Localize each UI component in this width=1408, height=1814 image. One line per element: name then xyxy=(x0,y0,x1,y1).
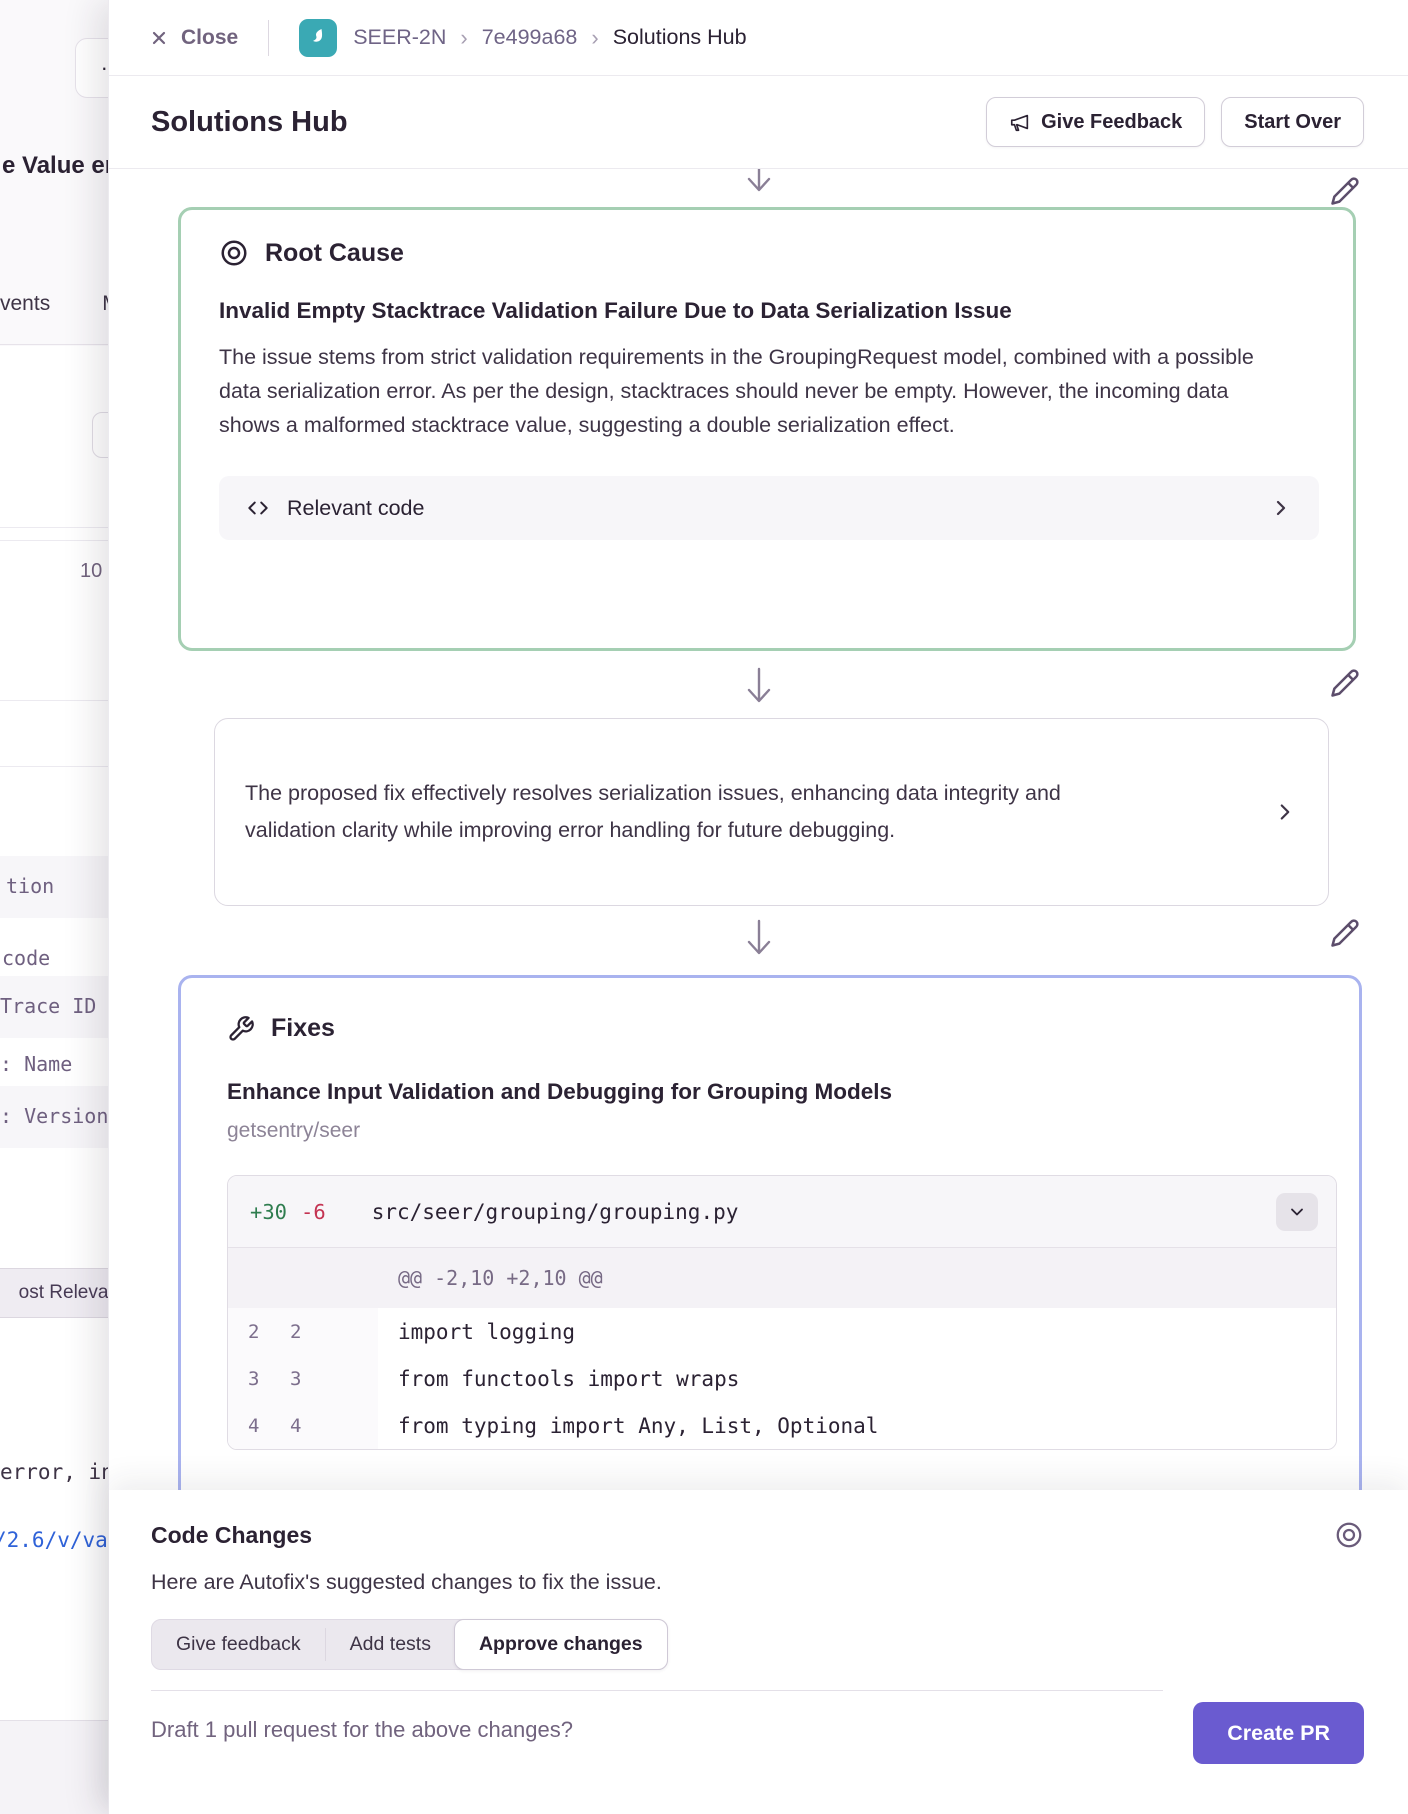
approve-changes-tab[interactable]: Approve changes xyxy=(454,1619,668,1670)
kv-label-tion: tion xyxy=(6,874,54,898)
breadcrumb-issue[interactable]: 7e499a68 xyxy=(482,25,578,50)
count-label: 10 xyxy=(80,560,102,583)
divider xyxy=(0,344,120,345)
diff-hunk-header: @@ -2,10 +2,10 @@ xyxy=(228,1248,1336,1308)
diff-deletions: -6 xyxy=(301,1200,326,1224)
diff-line: 44 from typing import Any, List, Optiona… xyxy=(228,1402,1336,1449)
diff-line-numbers: 33 xyxy=(228,1355,378,1402)
chevron-right-icon xyxy=(1269,496,1293,520)
seer-glyph-icon xyxy=(306,26,330,50)
close-button[interactable]: Close xyxy=(149,26,238,50)
breadcrumb-project[interactable]: SEER-2N xyxy=(353,25,446,50)
chevron-down-icon xyxy=(1287,1202,1307,1222)
pencil-icon xyxy=(1330,918,1360,948)
diff-line-numbers: 22 xyxy=(228,1308,378,1355)
chevron-right-icon xyxy=(1272,799,1298,825)
breadcrumb: SEER-2N › 7e499a68 › Solutions Hub xyxy=(353,25,746,51)
target-icon xyxy=(219,238,249,268)
fixes-card: Fixes Enhance Input Validation and Debug… xyxy=(178,975,1362,1490)
assessment-card[interactable]: The proposed fix effectively resolves se… xyxy=(214,718,1329,906)
flow-arrow-down-icon xyxy=(737,169,781,198)
code-changes-title: Code Changes xyxy=(151,1522,312,1549)
fixes-heading-label: Fixes xyxy=(271,1014,335,1043)
relevant-code-label: Relevant code xyxy=(287,496,424,521)
page-title: Solutions Hub xyxy=(151,106,970,139)
seer-logo-icon xyxy=(299,19,337,57)
divider xyxy=(268,20,269,56)
docs-link-clipped[interactable]: /2.6/v/va xyxy=(0,1528,108,1552)
root-cause-title: Invalid Empty Stacktrace Validation Fail… xyxy=(219,298,1319,324)
divider xyxy=(0,700,120,701)
stacktrace-text-clipped: error, in xyxy=(0,1460,114,1484)
diff-line-numbers: 44 xyxy=(228,1402,378,1449)
diff-line-code: from typing import Any, List, Optional xyxy=(378,1402,878,1449)
action-segmented-control: Give feedback Add tests Approve changes xyxy=(151,1619,668,1670)
diff-line-code: from functools import wraps xyxy=(378,1355,739,1402)
divider xyxy=(0,540,120,541)
diff-additions: +30 xyxy=(250,1200,287,1224)
drawer-scroll-area[interactable]: Root Cause Invalid Empty Stacktrace Vali… xyxy=(109,169,1408,1490)
close-icon xyxy=(149,28,169,48)
solutions-hub-drawer: Close SEER-2N › 7e499a68 › Solutions Hub… xyxy=(108,0,1408,1814)
divider xyxy=(0,527,120,528)
kv-label-code: code xyxy=(2,946,50,970)
root-cause-body: The issue stems from strict validation r… xyxy=(219,340,1284,442)
chevron-right-icon: › xyxy=(460,25,467,51)
root-cause-heading-label: Root Cause xyxy=(265,239,404,268)
background-footer xyxy=(0,1720,120,1814)
edit-root-cause-button[interactable] xyxy=(1327,173,1363,209)
pencil-icon xyxy=(1330,668,1360,698)
diff-collapse-button[interactable] xyxy=(1276,1193,1318,1231)
breadcrumb-page: Solutions Hub xyxy=(613,25,747,50)
chevron-right-icon: › xyxy=(591,25,598,51)
diff-line: 33 from functools import wraps xyxy=(228,1355,1336,1402)
drawer-topbar: Close SEER-2N › 7e499a68 › Solutions Hub xyxy=(109,0,1408,76)
diff-line-code: import logging xyxy=(378,1308,575,1355)
diff-line: 22 import logging xyxy=(228,1308,1336,1355)
megaphone-icon xyxy=(1009,111,1031,133)
relevant-code-expander[interactable]: Relevant code xyxy=(219,476,1319,540)
kv-label-name: : Name xyxy=(0,1052,72,1076)
draft-question: Draft 1 pull request for the above chang… xyxy=(151,1690,1163,1743)
give-feedback-button[interactable]: Give Feedback xyxy=(986,97,1205,147)
divider xyxy=(0,766,120,767)
fix-title: Enhance Input Validation and Debugging f… xyxy=(227,1079,1335,1105)
wrench-icon xyxy=(227,1015,255,1043)
start-over-button[interactable]: Start Over xyxy=(1221,97,1364,147)
fixes-heading: Fixes xyxy=(227,1014,1335,1043)
flow-arrow-down-icon xyxy=(737,917,781,961)
drawer-header: Solutions Hub Give Feedback Start Over xyxy=(109,76,1408,169)
add-tests-tab[interactable]: Add tests xyxy=(326,1620,455,1669)
diff-card: +30 -6 src/seer/grouping/grouping.py @@ … xyxy=(227,1175,1337,1450)
create-pr-row: Draft 1 pull request for the above chang… xyxy=(151,1690,1364,1764)
edit-assessment-button[interactable] xyxy=(1327,665,1363,701)
issue-title-clipped: e Value er xyxy=(2,152,114,180)
kv-label-version: : Version xyxy=(0,1104,108,1128)
pencil-icon xyxy=(1330,176,1360,206)
code-changes-footer: Code Changes Here are Autofix's suggeste… xyxy=(109,1490,1408,1814)
root-cause-heading: Root Cause xyxy=(219,238,1319,268)
code-icon xyxy=(245,495,271,521)
diff-header: +30 -6 src/seer/grouping/grouping.py xyxy=(228,1176,1336,1248)
code-changes-subtitle: Here are Autofix's suggested changes to … xyxy=(151,1570,1364,1595)
fix-repo: getsentry/seer xyxy=(227,1119,1335,1143)
root-cause-card: Root Cause Invalid Empty Stacktrace Vali… xyxy=(178,207,1356,651)
code-changes-header: Code Changes xyxy=(151,1520,1364,1550)
close-label: Close xyxy=(181,26,238,50)
target-icon xyxy=(1334,1520,1364,1550)
assessment-body: The proposed fix effectively resolves se… xyxy=(245,775,1150,849)
diff-file-path: src/seer/grouping/grouping.py xyxy=(372,1200,739,1224)
create-pr-button[interactable]: Create PR xyxy=(1193,1702,1364,1764)
kv-label-trace-id: Trace ID xyxy=(0,994,96,1018)
give-feedback-tab[interactable]: Give feedback xyxy=(152,1620,325,1669)
flow-arrow-down-icon xyxy=(737,665,781,709)
tab-events-clipped[interactable]: vents xyxy=(0,292,50,316)
edit-fixes-button[interactable] xyxy=(1327,915,1363,951)
background-page: ·· e Value er vents Me 10 tion code Trac… xyxy=(0,0,120,1814)
